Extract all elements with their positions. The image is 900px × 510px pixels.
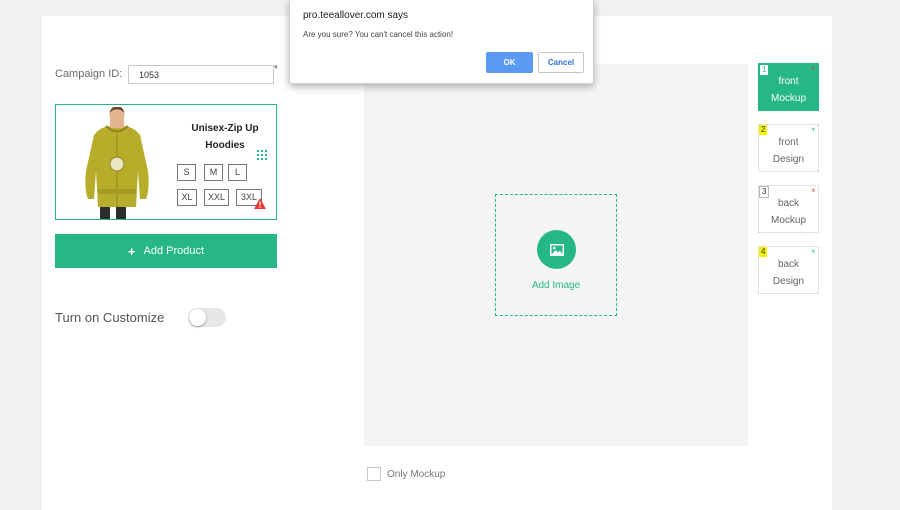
view-tab-back-design[interactable]: 4 * back Design [758, 246, 819, 294]
view-tab-front-design[interactable]: 2 * front Design [758, 124, 819, 172]
tab-label-line2: Mockup [770, 215, 806, 226]
plus-icon: + [127, 243, 136, 259]
size-option[interactable]: XL [177, 189, 197, 206]
product-card[interactable]: Unisex-Zip Up Hoodies S M L XL XXL 3XL [55, 104, 277, 220]
dialog-message: Are you sure? You can't cancel this acti… [303, 30, 454, 39]
customize-label: Turn on Customize [55, 310, 165, 325]
image-icon [549, 243, 564, 256]
tab-label-line1: front [778, 137, 799, 148]
add-image-label: Add Image [531, 280, 581, 291]
required-mark: * [274, 64, 278, 75]
warning-triangle-icon [254, 198, 266, 209]
add-image-dropzone[interactable]: Add Image [495, 194, 617, 316]
ok-button[interactable]: OK [486, 52, 533, 73]
size-option[interactable]: M [204, 164, 223, 181]
grid-icon[interactable] [257, 150, 267, 160]
campaign-id-label: Campaign ID: [55, 68, 123, 80]
tab-label-line2: Design [772, 154, 805, 165]
tab-label-line2: Design [772, 276, 805, 287]
tab-label-line1: front [778, 76, 799, 87]
only-mockup-label: Only Mockup [387, 469, 446, 480]
campaign-id-input[interactable] [128, 65, 274, 84]
view-tab-front-mockup[interactable]: 1 * front Mockup [758, 63, 819, 111]
add-product-button[interactable]: + Add Product [55, 234, 277, 268]
toggle-knob [189, 309, 206, 326]
cancel-button[interactable]: Cancel [538, 52, 584, 73]
product-title: Unisex-Zip Up Hoodies [191, 123, 259, 151]
tab-label-line1: back [777, 198, 800, 209]
size-option[interactable]: XXL [204, 189, 229, 206]
tab-label-line1: back [777, 259, 800, 270]
view-tab-back-mockup[interactable]: 3 * back Mockup [758, 185, 819, 233]
size-option[interactable]: S [177, 164, 196, 181]
dialog-title: pro.teeallover.com says [303, 10, 409, 21]
confirm-dialog: pro.teeallover.com says Are you sure? Yo… [289, 0, 594, 84]
add-product-label: Add Product [143, 245, 205, 257]
add-image-button[interactable] [537, 230, 576, 269]
only-mockup-checkbox[interactable] [367, 467, 381, 481]
customize-toggle[interactable] [188, 308, 226, 327]
size-option[interactable]: L [228, 164, 247, 181]
tab-label-line2: Mockup [770, 93, 806, 104]
hoodie-product-image [85, 107, 149, 219]
